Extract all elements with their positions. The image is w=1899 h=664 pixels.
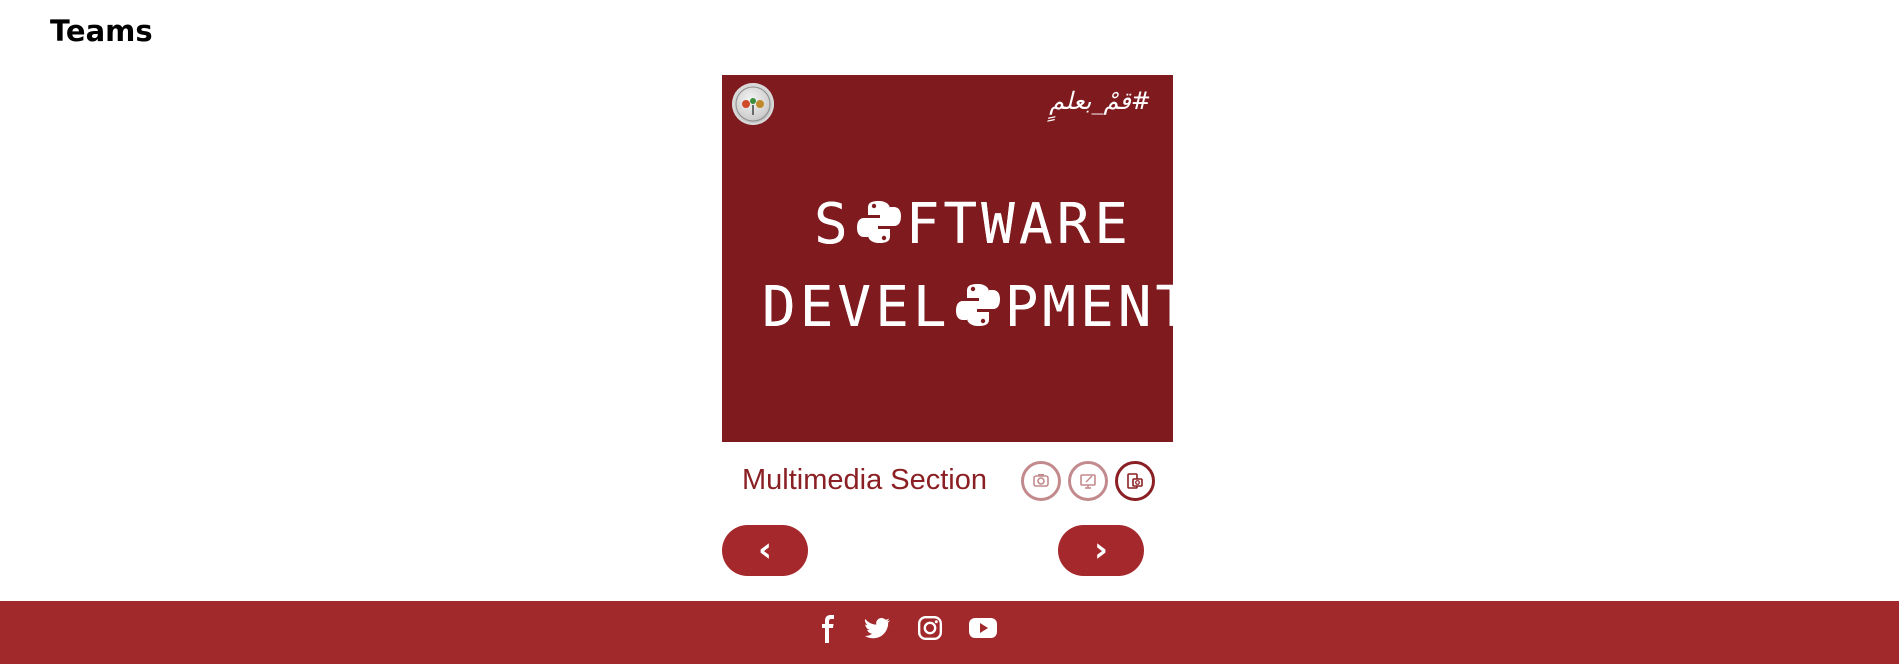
design-team-icon[interactable] (1068, 461, 1108, 501)
software-team-icon[interactable] (1115, 461, 1155, 501)
previous-button[interactable]: ‹ (722, 525, 808, 576)
club-logo-icon (732, 83, 774, 125)
poster-title-part: FTWARE (905, 192, 1133, 257)
python-logo-icon (856, 201, 901, 243)
youtube-icon[interactable] (968, 615, 998, 645)
section-label: Multimedia Section (742, 464, 987, 496)
team-poster: #قمْ_بعلمٍ S FTWARE DEVEL PMENT; (722, 75, 1173, 442)
poster-title-line-1: S FTWARE (814, 195, 1132, 253)
section-row: Multimedia Section (722, 460, 1173, 504)
footer (0, 601, 1899, 664)
poster-title-part: PMENT; (1004, 275, 1173, 340)
poster-title-line-2: DEVEL PMENT; (762, 278, 1173, 336)
twitter-icon[interactable] (864, 615, 892, 645)
poster-hashtag: #قمْ_بعلمٍ (1049, 87, 1151, 115)
camera-team-icon[interactable] (1021, 461, 1061, 501)
next-button[interactable]: › (1058, 525, 1144, 576)
facebook-icon[interactable] (818, 615, 838, 647)
python-logo-icon (955, 284, 1000, 326)
poster-title-part: DEVEL (762, 275, 951, 340)
instagram-icon[interactable] (917, 615, 943, 645)
page-title: Teams (50, 14, 153, 48)
poster-title-part: S (814, 192, 852, 257)
